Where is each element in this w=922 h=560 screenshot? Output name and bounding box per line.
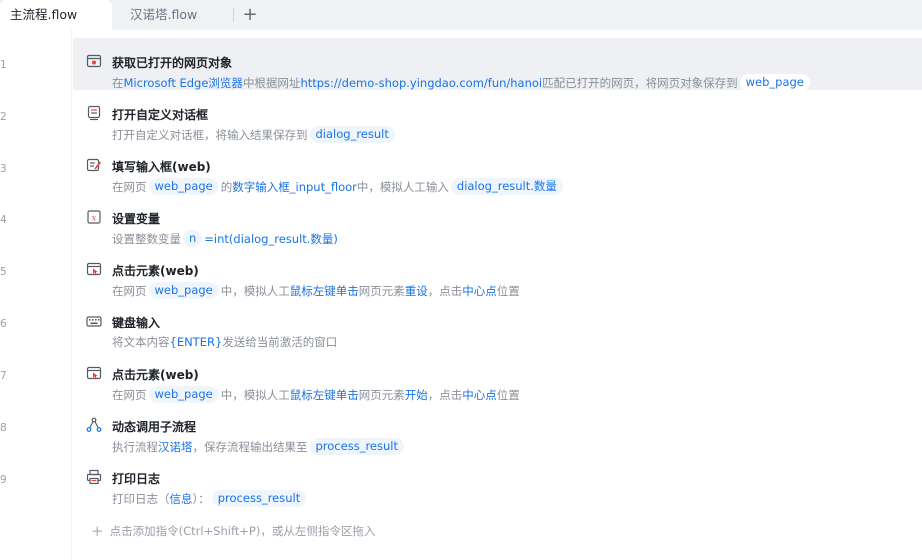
- key-value: {ENTER}: [169, 335, 223, 349]
- step-title: 填写输入框(web): [112, 160, 211, 174]
- click-element-icon: [86, 262, 102, 276]
- variable-chip[interactable]: dialog_result: [309, 126, 395, 143]
- element-name: 数字输入框_input_floor: [232, 179, 357, 194]
- url-value: https://demo-shop.yingdao.com/fun/hanoi: [300, 75, 543, 90]
- expression-value: =int(dialog_result.数量): [204, 231, 338, 246]
- step-description: 将文本内容 {ENTER} 发送给当前激活的窗口: [112, 335, 338, 349]
- click-position: 中心点: [462, 283, 497, 298]
- flow-step-fill-input[interactable]: 填写输入框(web) 在网页 web_page 的数字输入框_input_floor…: [73, 142, 922, 195]
- variable-chip[interactable]: dialog_result.数量: [450, 178, 563, 195]
- line-number: 3: [0, 163, 7, 175]
- flow-step-get-webpage[interactable]: 获取已打开的网页对象 在 Microsoft Edge浏览器 中根据网址 https:…: [73, 38, 922, 91]
- step-description: 在网页 web_page 的数字输入框_input_floor 中，模拟人工输入 dia…: [112, 178, 565, 195]
- variable-chip[interactable]: process_result: [309, 438, 404, 455]
- variable-chip[interactable]: web_page: [148, 282, 219, 299]
- step-description: 打开自定义对话框，将输入结果保存到 dialog_result: [112, 126, 397, 143]
- step-title: 打印日志: [112, 472, 161, 486]
- variable-chip[interactable]: web_page: [739, 74, 810, 91]
- step-description: 执行流程 汉诺塔 ，保存流程输出结果至 process_result: [112, 438, 406, 455]
- browser-open-icon: [86, 54, 102, 68]
- tab-main-flow[interactable]: 主流程.flow: [0, 0, 112, 30]
- click-position: 中心点: [462, 387, 497, 402]
- variable-chip[interactable]: web_page: [148, 386, 219, 403]
- step-description: 在 Microsoft Edge浏览器 中根据网址 https://demo-shop…: [112, 74, 812, 91]
- log-level: 信息: [169, 491, 193, 506]
- line-number: 9: [0, 474, 7, 486]
- flow-step-call-subflow[interactable]: 动态调用子流程 执行流程 汉诺塔 ，保存流程输出结果至 process_result: [73, 402, 922, 455]
- click-element-icon: [86, 366, 102, 380]
- step-description: 设置整数变量 n =int(dialog_result.数量): [112, 230, 338, 247]
- flow-step-click-start[interactable]: 点击元素(web) 在网页 web_page 中，模拟人工 鼠标左键单击 网页元素 开始，…: [73, 350, 922, 403]
- line-number: 6: [0, 318, 7, 330]
- line-number: 1: [0, 59, 7, 71]
- line-number: 4: [0, 214, 7, 226]
- plus-icon: +: [91, 522, 104, 540]
- step-title: 点击元素(web): [112, 264, 199, 278]
- add-command-label: 点击添加指令(Ctrl+Shift+P)，或从左侧指令区拖入: [109, 524, 376, 538]
- browser-name: Microsoft Edge浏览器: [123, 75, 243, 90]
- tab-bar: 主流程.flow 汉诺塔.flow +: [0, 0, 922, 30]
- dialog-icon: [87, 105, 101, 121]
- flow-editor: 获取已打开的网页对象 在 Microsoft Edge浏览器 中根据网址 https:…: [73, 30, 922, 560]
- variable-chip[interactable]: web_page: [148, 178, 219, 195]
- step-title: 键盘输入: [112, 316, 161, 330]
- subflow-name: 汉诺塔: [158, 439, 193, 454]
- flow-step-open-dialog[interactable]: 打开自定义对话框 打开自定义对话框，将输入结果保存到 dialog_result: [73, 90, 922, 143]
- keyboard-icon: [86, 316, 102, 327]
- line-number-gutter: 1 2 3 4 5 6 7 8 9: [0, 30, 72, 560]
- add-command-button[interactable]: + 点击添加指令(Ctrl+Shift+P)，或从左侧指令区拖入: [91, 522, 375, 540]
- step-title: 设置变量: [112, 212, 161, 226]
- variable-chip[interactable]: process_result: [211, 490, 307, 507]
- line-number: 5: [0, 266, 7, 278]
- step-title: 获取已打开的网页对象: [112, 56, 233, 70]
- form-input-icon: [86, 158, 102, 172]
- flow-step-click-reset[interactable]: 点击元素(web) 在网页 web_page 中，模拟人工 鼠标左键单击 网页元素 重设，…: [73, 246, 922, 299]
- print-log-icon: [86, 469, 102, 485]
- step-description: 在网页 web_page 中，模拟人工 鼠标左键单击 网页元素 开始 ，点击 中心点 位置: [112, 386, 520, 403]
- tab-divider: [233, 8, 234, 22]
- step-description: 在网页 web_page 中，模拟人工 鼠标左键单击 网页元素 重设 ，点击 中心点 位置: [112, 282, 520, 299]
- element-name: 重设: [404, 283, 428, 298]
- subflow-icon: [86, 417, 102, 432]
- step-title: 打开自定义对话框: [112, 108, 209, 122]
- step-title: 动态调用子流程: [112, 420, 197, 434]
- line-number: 7: [0, 370, 7, 382]
- tab-hanoi-flow[interactable]: 汉诺塔.flow: [120, 0, 232, 30]
- line-number: 2: [0, 111, 7, 123]
- line-number: 8: [0, 422, 7, 434]
- flow-step-print-log[interactable]: 打印日志 打印日志（ 信息）： process_result: [73, 454, 922, 507]
- click-action: 鼠标左键单击: [289, 387, 359, 402]
- step-title: 点击元素(web): [112, 368, 199, 382]
- svg-text:x: x: [92, 214, 97, 223]
- click-action: 鼠标左键单击: [289, 283, 359, 298]
- add-tab-button[interactable]: +: [240, 4, 260, 26]
- variable-icon: x: [87, 210, 101, 224]
- element-name: 开始: [404, 387, 428, 402]
- flow-step-set-variable[interactable]: x 设置变量 设置整数变量 n =int(dialog_result.数量): [73, 194, 922, 247]
- step-description: 打印日志（ 信息）： process_result: [112, 490, 308, 507]
- flow-step-keyboard-input[interactable]: 键盘输入 将文本内容 {ENTER} 发送给当前激活的窗口: [73, 298, 922, 350]
- variable-chip[interactable]: n: [183, 230, 203, 247]
